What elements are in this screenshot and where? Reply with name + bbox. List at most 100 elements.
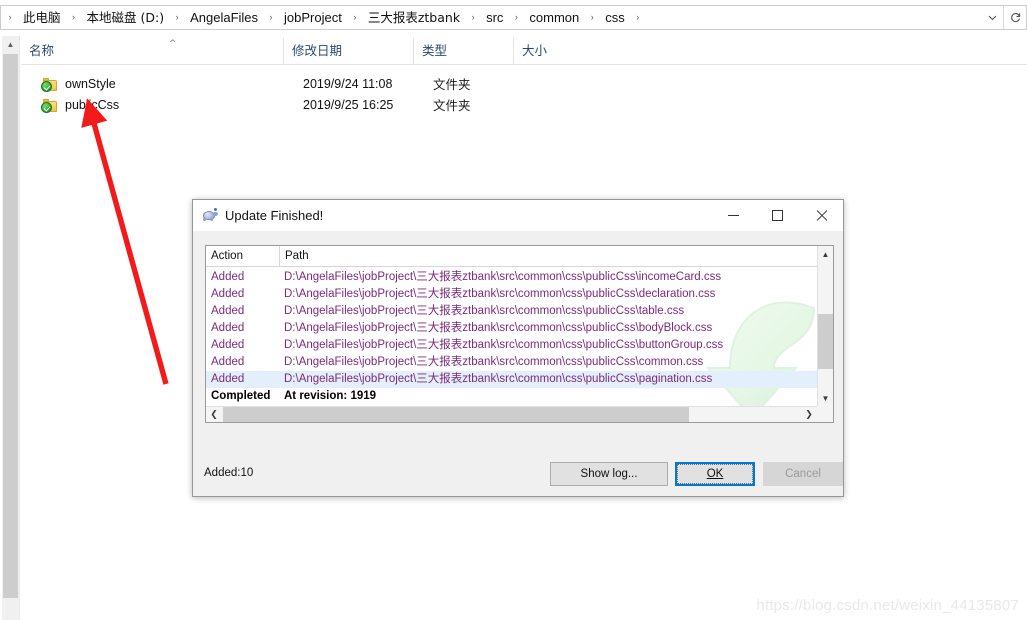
show-log-button[interactable]: Show log... <box>550 462 668 486</box>
scroll-left-icon[interactable]: ❮ <box>206 407 222 422</box>
scrollbar-thumb[interactable] <box>3 54 18 598</box>
status-text: Added:10 <box>204 467 254 479</box>
sort-ascending-icon: ^ <box>169 39 177 49</box>
log-action: Added <box>211 322 245 334</box>
log-action: Added <box>211 271 245 283</box>
breadcrumb-item-jobproject[interactable]: jobProject › <box>278 6 362 29</box>
nav-pane-scrollbar[interactable]: ▲ <box>2 36 20 620</box>
file-date: 2019/9/24 11:08 <box>303 77 393 91</box>
column-header-label: 名称 <box>29 43 55 58</box>
csdn-watermark: https://blog.csdn.net/weixin_44135807 <box>756 597 1019 614</box>
log-column-header-path[interactable]: Path <box>279 246 819 266</box>
breadcrumb-label: 此电脑 <box>23 10 61 25</box>
log-row[interactable]: Added D:\AngelaFiles\jobProject\三大报表ztba… <box>206 354 833 371</box>
update-log-list[interactable]: Action Path Added D:\AngelaFiles\jobProj… <box>205 245 834 423</box>
cancel-button-label: Cancel <box>785 468 821 480</box>
log-action: Completed <box>211 390 271 402</box>
tortoisesvn-turtle-icon <box>201 207 218 224</box>
dialog-titlebar[interactable]: Update Finished! <box>193 200 843 231</box>
scroll-down-icon[interactable]: ▼ <box>818 390 833 407</box>
log-action: Added <box>211 339 245 351</box>
log-action: Added <box>211 305 245 317</box>
breadcrumb-label: 三大报表ztbank <box>367 10 461 25</box>
folder-svn-normal-icon <box>41 77 58 92</box>
ok-button[interactable]: OK <box>675 462 755 486</box>
minimize-icon[interactable] <box>711 200 755 231</box>
column-header-name[interactable]: 名称 ^ <box>21 38 283 64</box>
breadcrumb-item-this-pc[interactable]: 此电脑 › <box>17 6 81 29</box>
breadcrumb-separator: › <box>8 12 12 22</box>
column-header-label: 大小 <box>522 43 548 58</box>
column-header-type[interactable]: 类型 <box>413 38 513 64</box>
file-name: ownStyle <box>65 77 116 91</box>
file-list-column-headers: 名称 ^ 修改日期 类型 大小 <box>21 38 1027 65</box>
close-icon[interactable] <box>799 200 843 231</box>
breadcrumb-label: src <box>486 10 504 25</box>
log-row[interactable]: Added D:\AngelaFiles\jobProject\三大报表ztba… <box>206 371 833 388</box>
cancel-button: Cancel <box>763 462 843 486</box>
breadcrumb-label: css <box>605 10 625 25</box>
breadcrumb-separator: › <box>72 12 76 22</box>
log-path: D:\AngelaFiles\jobProject\三大报表ztbank\src… <box>284 322 713 334</box>
breadcrumb-separator: › <box>471 12 475 22</box>
file-type: 文件夹 <box>433 77 471 92</box>
log-action: Added <box>211 356 245 368</box>
log-row[interactable]: Added D:\AngelaFiles\jobProject\三大报表ztba… <box>206 303 833 320</box>
breadcrumb-item-src[interactable]: src › <box>480 6 523 29</box>
log-action: Added <box>211 288 245 300</box>
chevron-down-icon[interactable] <box>981 6 1003 29</box>
maximize-icon[interactable] <box>755 200 799 231</box>
log-row-completed[interactable]: Completed At revision: 1919 <box>206 388 833 405</box>
column-header-date[interactable]: 修改日期 <box>283 38 413 64</box>
log-row[interactable]: Added D:\AngelaFiles\jobProject\三大报表ztba… <box>206 337 833 354</box>
log-path: D:\AngelaFiles\jobProject\三大报表ztbank\src… <box>284 271 722 283</box>
log-row[interactable]: Added D:\AngelaFiles\jobProject\三大报表ztba… <box>206 269 833 286</box>
breadcrumb-item-angelafiles[interactable]: AngelaFiles › <box>184 6 278 29</box>
log-horizontal-scrollbar[interactable]: ❮ ❯ <box>206 406 833 422</box>
column-header-size[interactable]: 大小 <box>513 38 615 64</box>
scroll-up-icon[interactable]: ▲ <box>818 246 833 263</box>
scrollbar-thumb[interactable] <box>223 407 689 422</box>
breadcrumb-item-css[interactable]: css › <box>599 6 645 29</box>
scroll-right-icon[interactable]: ❯ <box>801 407 817 422</box>
log-path: D:\AngelaFiles\jobProject\三大报表ztbank\src… <box>284 356 704 368</box>
update-finished-dialog[interactable]: Update Finished! Action Path Added D:\An… <box>192 199 844 497</box>
table-row[interactable]: ownStyle 2019/9/24 11:08 文件夹 <box>21 74 1027 95</box>
breadcrumb-separator: › <box>590 12 594 22</box>
scrollbar-thumb[interactable] <box>818 314 833 369</box>
address-bar[interactable]: › 此电脑 › 本地磁盘 (D:) › AngelaFiles › jobPro… <box>0 5 1027 32</box>
log-action: Added <box>211 373 245 385</box>
log-row[interactable]: Added D:\AngelaFiles\jobProject\三大报表ztba… <box>206 320 833 337</box>
breadcrumb-separator: › <box>353 12 357 22</box>
column-header-label: 修改日期 <box>292 43 343 58</box>
log-path: D:\AngelaFiles\jobProject\三大报表ztbank\src… <box>284 288 716 300</box>
show-log-button-label: Show log... <box>580 468 638 480</box>
log-path: D:\AngelaFiles\jobProject\三大报表ztbank\src… <box>284 373 713 385</box>
breadcrumb-label: 本地磁盘 (D:) <box>86 10 165 25</box>
breadcrumb-item-local-disk-d[interactable]: 本地磁盘 (D:) › <box>81 6 185 29</box>
scroll-up-icon[interactable]: ▲ <box>2 36 19 53</box>
breadcrumb-item-ztbank[interactable]: 三大报表ztbank › <box>362 6 480 29</box>
log-path: D:\AngelaFiles\jobProject\三大报表ztbank\src… <box>284 339 724 351</box>
breadcrumb-label: common <box>529 10 580 25</box>
file-date: 2019/9/25 16:25 <box>303 98 394 112</box>
breadcrumb-separator: › <box>514 12 518 22</box>
log-vertical-scrollbar[interactable]: ▲ ▼ <box>817 246 833 407</box>
breadcrumb-label: jobProject <box>284 10 342 25</box>
breadcrumb-item-common[interactable]: common › <box>523 6 599 29</box>
address-bar-controls <box>981 5 1027 30</box>
breadcrumb-separator: › <box>636 12 640 22</box>
table-row[interactable]: publicCss 2019/9/25 16:25 文件夹 <box>21 95 1027 116</box>
log-column-header-action[interactable]: Action <box>206 246 279 266</box>
breadcrumb-separator: › <box>269 12 273 22</box>
breadcrumb-label: AngelaFiles <box>190 10 259 25</box>
column-header-label: 类型 <box>422 43 448 58</box>
log-column-header-label: Path <box>285 250 309 262</box>
dialog-title: Update Finished! <box>225 208 324 223</box>
log-row[interactable]: Added D:\AngelaFiles\jobProject\三大报表ztba… <box>206 286 833 303</box>
file-type: 文件夹 <box>433 98 471 113</box>
breadcrumb[interactable]: › 此电脑 › 本地磁盘 (D:) › AngelaFiles › jobPro… <box>0 5 981 30</box>
ok-button-label: OK <box>706 468 724 480</box>
refresh-icon[interactable] <box>1003 6 1026 29</box>
log-path: D:\AngelaFiles\jobProject\三大报表ztbank\src… <box>284 305 685 317</box>
